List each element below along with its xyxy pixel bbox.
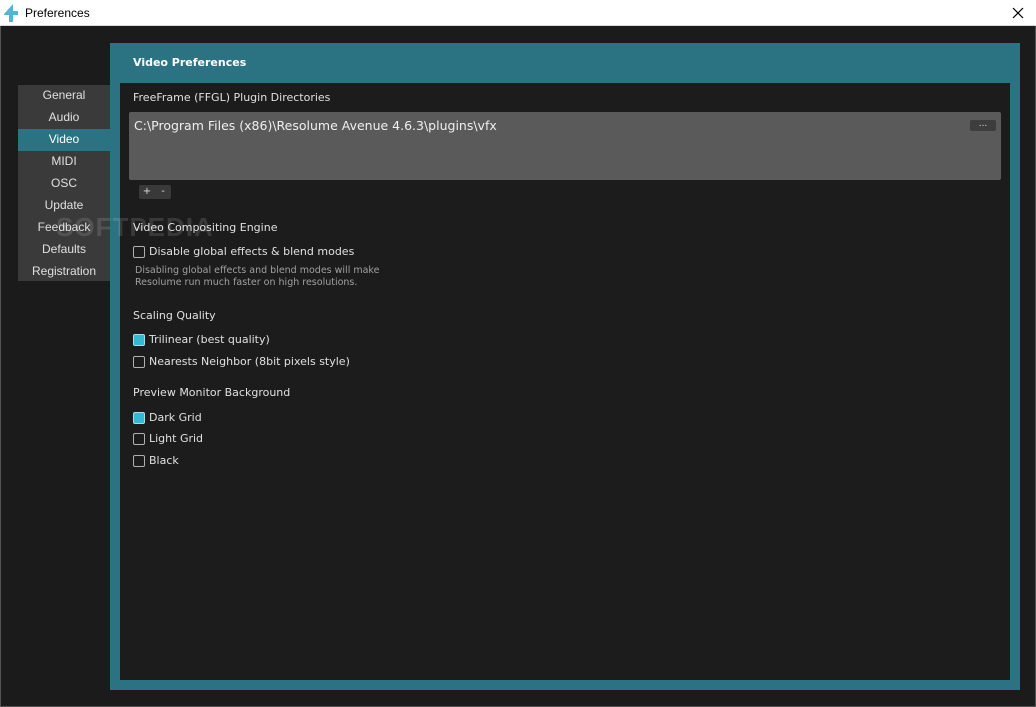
ffgl-heading: FreeFrame (FFGL) Plugin Directories [133, 91, 331, 104]
browse-directory-button[interactable]: ... [970, 120, 996, 131]
dark-grid-label: Dark Grid [149, 411, 202, 424]
dark-grid-checkbox[interactable] [133, 412, 145, 424]
compositing-note-line-2: Resolume run much faster on high resolut… [135, 277, 358, 288]
close-icon [1012, 7, 1024, 19]
preview-background-heading: Preview Monitor Background [133, 386, 291, 399]
plugin-directory-list[interactable]: C:\Program Files (x86)\Resolume Avenue 4… [129, 112, 1001, 180]
compositing-note-line-1: Disabling global effects and blend modes… [135, 265, 380, 276]
sidebar-item-update[interactable]: Update [18, 195, 110, 217]
nearest-neighbor-label: Nearests Neighbor (8bit pixels style) [149, 355, 350, 368]
sidebar-item-midi[interactable]: MIDI [18, 151, 110, 173]
sidebar-item-video[interactable]: Video [18, 129, 110, 151]
light-grid-checkbox[interactable] [133, 433, 145, 445]
disable-global-effects-checkbox[interactable] [133, 246, 145, 258]
preferences-sidebar: General Audio Video MIDI OSC Update Feed… [18, 85, 110, 281]
light-grid-label: Light Grid [149, 432, 204, 445]
add-directory-button[interactable]: + [139, 185, 155, 199]
sidebar-item-feedback[interactable]: Feedback [18, 217, 110, 239]
video-preferences-panel: Video Preferences FreeFrame (FFGL) Plugi… [110, 43, 1020, 690]
panel-content: FreeFrame (FFGL) Plugin Directories C:\P… [120, 83, 1010, 680]
nearest-neighbor-checkbox[interactable] [133, 356, 145, 368]
sidebar-item-osc[interactable]: OSC [18, 173, 110, 195]
panel-title: Video Preferences [133, 56, 247, 69]
plugin-directory-path[interactable]: C:\Program Files (x86)\Resolume Avenue 4… [134, 118, 497, 133]
trilinear-checkbox[interactable] [133, 334, 145, 346]
resolume-logo-icon [4, 4, 18, 22]
add-remove-directory-group: + - [139, 185, 171, 199]
compositing-heading: Video Compositing Engine [133, 221, 278, 234]
sidebar-item-general[interactable]: General [18, 85, 110, 107]
trilinear-label: Trilinear (best quality) [149, 333, 270, 346]
disable-global-effects-label: Disable global effects & blend modes [149, 245, 355, 258]
sidebar-item-defaults[interactable]: Defaults [18, 239, 110, 261]
sidebar-item-registration[interactable]: Registration [18, 261, 110, 283]
sidebar-item-audio[interactable]: Audio [18, 107, 110, 129]
compositing-note: Disabling global effects and blend modes… [135, 265, 435, 289]
scaling-quality-heading: Scaling Quality [133, 309, 216, 322]
black-checkbox[interactable] [133, 455, 145, 467]
close-button[interactable] [1000, 0, 1036, 26]
title-bar: Preferences [0, 0, 1036, 26]
black-label: Black [149, 454, 179, 467]
window-title: Preferences [25, 6, 90, 20]
remove-directory-button[interactable]: - [155, 185, 171, 199]
